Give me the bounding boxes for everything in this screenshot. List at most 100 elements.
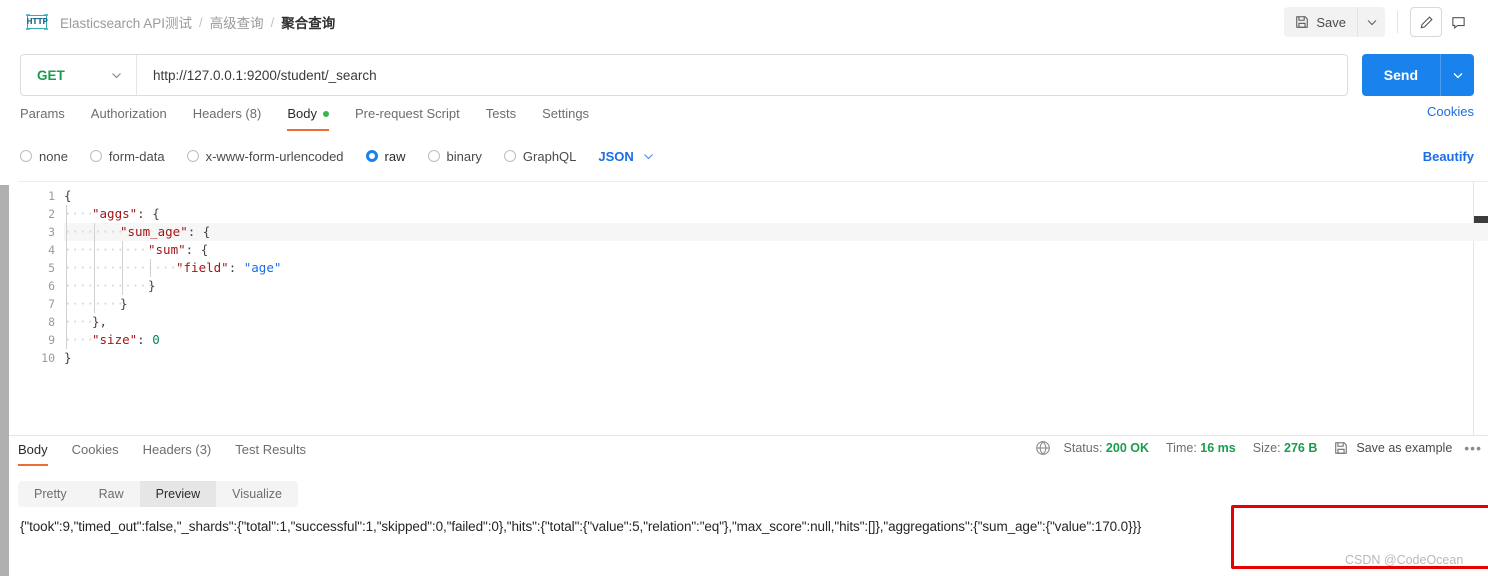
breadcrumb-bar: HTTP Elasticsearch API测试 / 高级查询 / 聚合查询 S… [10,0,1488,44]
cookies-link[interactable]: Cookies [1427,104,1474,119]
indent-space: ········ [64,223,124,241]
beautify-link[interactable]: Beautify [1423,149,1474,164]
code-token: 0 [152,332,160,347]
save-button-group: Save [1284,7,1385,37]
save-options-caret[interactable] [1357,7,1385,37]
http-method-label: GET [37,67,65,83]
view-mode-visualize[interactable]: Visualize [216,481,298,507]
response-tab-cookies[interactable]: Cookies [72,440,119,466]
indent-guide [66,259,67,277]
view-mode-raw[interactable]: Raw [83,481,140,507]
globe-icon [1035,440,1051,456]
code-token: : { [137,206,160,221]
code-token: "aggs" [92,206,138,221]
code-token: : { [185,242,209,257]
response-body-text: {"took":9,"timed_out":false,"_shards":{"… [20,519,1142,534]
body-type-urlencoded[interactable]: x-www-form-urlencoded [186,148,344,164]
save-button[interactable]: Save [1284,7,1357,37]
request-body-editor[interactable]: 12345678910 {····"aggs": {········"sum_a… [18,181,1488,435]
body-format-label: JSON [598,148,634,164]
indent-space: ···· [64,206,95,221]
view-mode-preview[interactable]: Preview [139,481,217,507]
line-number: 7 [48,297,55,311]
send-options-caret[interactable] [1440,54,1474,96]
floppy-disk-icon [1295,15,1309,29]
response-tab-headers[interactable]: Headers (3) [143,440,212,466]
tab-label: Authorization [90,106,167,121]
body-type-label: binary [446,148,482,164]
tab-params[interactable]: Params [20,104,65,131]
breadcrumb-item-request[interactable]: 聚合查询 [281,12,335,32]
body-type-label: raw [384,148,406,164]
code-line: ············} [64,277,1488,295]
indent-guide [66,205,67,223]
code-line: ········"sum_age": { [64,223,1488,241]
indent-guide [66,277,67,295]
tab-label: Tests [485,106,517,121]
code-token: "field" [176,260,229,275]
code-token: "sum_age" [120,224,188,239]
status-label: Status: [1063,441,1103,455]
body-type-label: none [39,148,68,164]
time-label: Time: [1166,441,1197,455]
view-mode-pretty[interactable]: Pretty [18,481,83,507]
body-type-label: form-data [108,148,165,164]
left-rail [0,0,9,185]
body-type-label: x-www-form-urlencoded [205,148,344,164]
line-number: 5 [48,261,55,275]
editor-code-content[interactable]: {····"aggs": {········"sum_age": {······… [64,187,1488,367]
indent-guide [66,223,67,241]
code-token: "size" [92,332,138,347]
send-button[interactable]: Send [1362,54,1440,96]
body-type-label: GraphQL [522,148,577,164]
code-token: } [120,296,128,311]
indent-space: ········ [64,295,124,313]
save-button-label: Save [1316,14,1346,30]
response-status-strip: Status: 200 OK Time: 16 ms Size: 276 B S… [1035,440,1488,456]
body-type-binary[interactable]: binary [427,148,482,164]
tab-label: Params [20,106,65,121]
code-line: } [64,349,1488,367]
body-type-raw[interactable]: raw [365,148,406,164]
response-tab-test-results[interactable]: Test Results [235,440,306,466]
body-format-select[interactable]: JSON [598,149,653,164]
chevron-down-icon [1453,72,1462,78]
breadcrumb-item-folder[interactable]: 高级查询 [210,12,264,32]
ellipsis-icon[interactable]: ••• [1464,440,1482,456]
pencil-icon [1420,15,1433,28]
indent-space: ············ [64,242,155,257]
tab-authorization[interactable]: Authorization [91,104,167,131]
size-label: Size: [1252,441,1281,455]
line-number: 10 [41,351,55,365]
code-token: } [64,350,72,365]
breadcrumb-item-collection[interactable]: Elasticsearch API测试 [60,12,192,32]
http-method-select[interactable]: GET [21,55,137,95]
tab-pre-request-script[interactable]: Pre-request Script [355,104,460,131]
toolbar-divider [1397,11,1398,33]
code-token: : { [187,224,211,239]
line-number: 1 [48,189,55,203]
request-url-input[interactable] [137,55,1347,95]
tab-settings[interactable]: Settings [542,104,589,131]
indent-guide [94,277,95,295]
code-line: ····"aggs": { [64,205,1488,223]
comments-button[interactable] [1442,7,1474,37]
code-token: : [137,332,153,347]
window-vertical-scrollbar[interactable] [0,185,9,576]
body-type-graphql[interactable]: GraphQL [503,148,577,164]
response-tab-body[interactable]: Body [18,440,48,466]
code-line: { [64,187,1488,205]
tab-label: Body [18,442,48,457]
code-token: { [64,188,72,203]
radio-icon [427,150,440,162]
tab-tests[interactable]: Tests [486,104,516,131]
body-type-none[interactable]: none [20,149,68,164]
indent-space: ···· [64,332,95,347]
tab-body[interactable]: Body [287,104,329,131]
tab-headers[interactable]: Headers (8) [193,104,262,131]
tab-label: Body [287,106,317,121]
body-type-form-data[interactable]: form-data [89,148,165,164]
save-as-example-button[interactable]: Save as example [1334,441,1452,455]
time-badge: Time: 16 ms [1166,441,1236,455]
edit-request-button[interactable] [1410,7,1442,37]
